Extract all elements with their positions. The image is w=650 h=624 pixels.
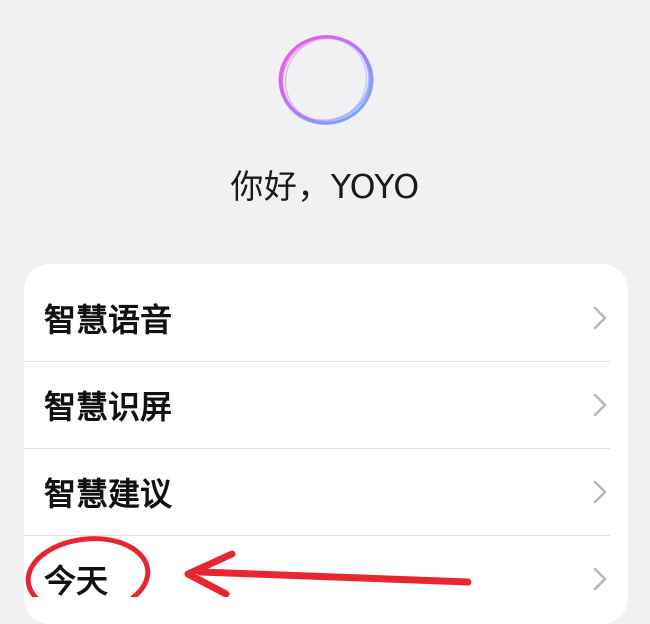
menu-item-label: 智慧识屏	[44, 387, 173, 426]
chevron-right-icon	[593, 567, 607, 590]
menu-item-today[interactable]: 今天	[24, 535, 628, 622]
menu-item-label: 智慧语音	[44, 300, 173, 339]
chevron-right-icon	[593, 393, 607, 416]
menu-item-smart-voice[interactable]: 智慧语音	[24, 264, 628, 361]
menu-item-label: 今天	[44, 561, 109, 600]
greeting-title: 你好，YOYO	[230, 167, 420, 206]
menu-item-smart-screen[interactable]: 智慧识屏	[24, 361, 628, 448]
menu-card: 智慧语音 智慧识屏 智慧建议 今天	[24, 264, 628, 624]
menu-item-label: 智慧建议	[44, 474, 173, 513]
chevron-right-icon	[593, 306, 607, 329]
chevron-right-icon	[593, 480, 607, 503]
yoyo-ring-icon	[278, 35, 374, 125]
menu-item-smart-suggestions[interactable]: 智慧建议	[24, 448, 628, 535]
